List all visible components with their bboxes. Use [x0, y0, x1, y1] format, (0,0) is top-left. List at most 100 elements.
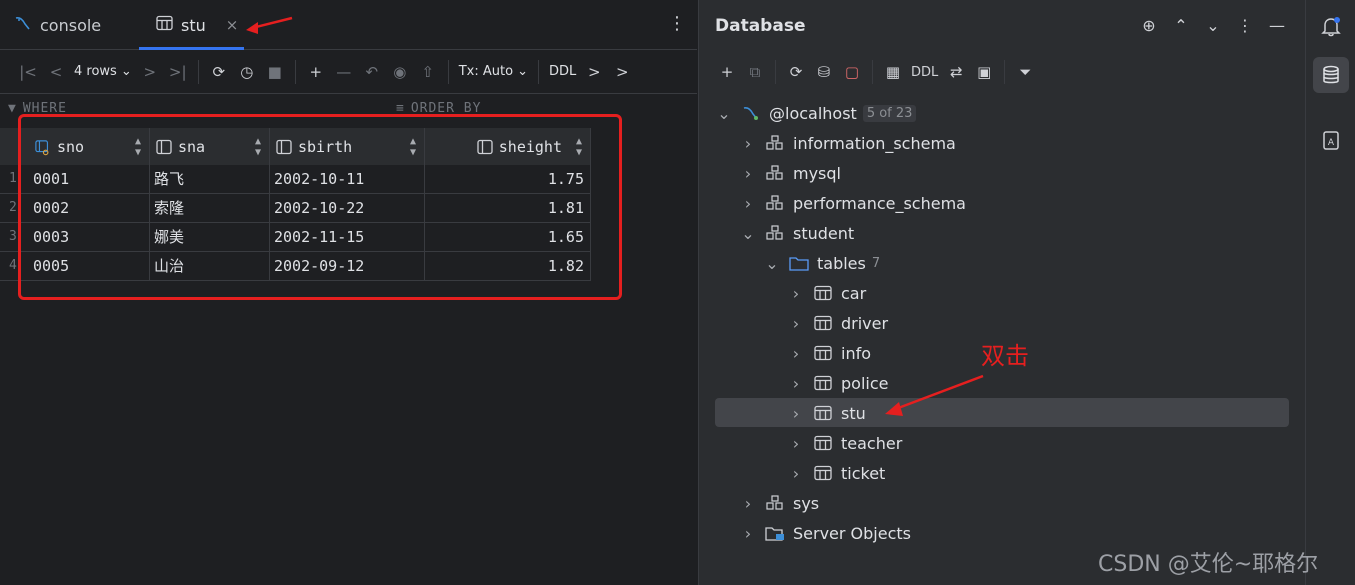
tree-node-table[interactable]: › car — [789, 278, 866, 308]
tree-node-table[interactable]: › ticket — [789, 458, 886, 488]
cell-sheight[interactable]: 1.82 — [425, 252, 591, 281]
chevron-right-icon[interactable]: › — [789, 464, 803, 483]
table-row[interactable]: 1 0001 路飞 2002-10-11 1.75 — [0, 165, 591, 194]
tab-label: console — [40, 15, 102, 35]
crosshair-icon[interactable]: ⊕ — [1138, 14, 1160, 36]
ddl-button[interactable]: DDL — [545, 58, 580, 86]
refresh-icon[interactable]: ⟳ — [782, 58, 810, 86]
tree-node-table[interactable]: › police — [789, 368, 889, 398]
tree-node-schema[interactable]: › mysql — [741, 158, 841, 188]
column-header-sheight[interactable]: sheight ▲ ▼ — [425, 128, 591, 165]
submit-icon[interactable]: ⇧ — [414, 58, 442, 86]
table-row[interactable]: 2 0002 索隆 2002-10-22 1.81 — [0, 194, 591, 223]
column-header-sno[interactable]: sno ▲ ▼ — [29, 128, 150, 165]
revert-icon[interactable]: ↶ — [358, 58, 386, 86]
previous-page-icon[interactable]: < — [42, 58, 70, 86]
preview-icon[interactable]: ◉ — [386, 58, 414, 86]
table-view-icon[interactable]: ▦ — [879, 58, 907, 86]
expand-icon[interactable]: ⌃ — [1170, 14, 1192, 36]
chevron-right-icon[interactable]: › — [789, 374, 803, 393]
minimize-icon[interactable]: — — [1266, 14, 1288, 36]
where-filter[interactable]: ▼ WHERE — [8, 101, 67, 116]
first-page-icon[interactable]: |< — [14, 58, 42, 86]
next-page-icon[interactable]: > — [136, 58, 164, 86]
chevron-right-icon[interactable]: › — [741, 194, 755, 213]
sort-arrows-icon[interactable]: ▲ ▼ — [255, 136, 261, 158]
ai-assistant-icon[interactable]: A — [1313, 122, 1349, 158]
transaction-mode-dropdown[interactable]: Tx: Auto ⌄ — [455, 58, 532, 86]
chevron-right-icon[interactable]: › — [741, 494, 755, 513]
cell-sheight[interactable]: 1.75 — [425, 165, 591, 194]
sort-arrows-icon[interactable]: ▲ ▼ — [410, 136, 416, 158]
add-icon[interactable]: + — [713, 58, 741, 86]
tab-stu[interactable]: stu × — [142, 0, 252, 50]
cell-sbirth[interactable]: 2002-10-11 — [270, 165, 425, 194]
cell-sna[interactable]: 娜美 — [150, 223, 270, 252]
cell-sno[interactable]: 0003 — [29, 223, 150, 252]
chevron-right-icon[interactable]: › — [741, 134, 755, 153]
chevron-down-icon[interactable]: ⌄ — [717, 104, 731, 123]
close-icon[interactable]: × — [226, 16, 239, 34]
tree-node-localhost[interactable]: ⌄ @localhost 5 of 23 — [717, 98, 917, 128]
sort-arrows-icon[interactable]: ▲ ▼ — [135, 136, 141, 158]
chevron-down-icon[interactable]: ⌄ — [741, 224, 755, 243]
sort-arrows-icon[interactable]: ▲ ▼ — [576, 136, 582, 158]
chevron-right-icon[interactable]: › — [789, 434, 803, 453]
collapse-icon[interactable]: ⌄ — [1202, 14, 1224, 36]
tree-node-table-stu-selected[interactable]: › stu — [789, 398, 866, 428]
tab-console[interactable]: console — [14, 0, 101, 50]
notifications-icon[interactable] — [1313, 8, 1349, 44]
stop-icon[interactable]: ■ — [261, 58, 289, 86]
last-page-icon[interactable]: >| — [164, 58, 192, 86]
column-header-sna[interactable]: sna ▲ ▼ — [150, 128, 270, 165]
cell-sna[interactable]: 路飞 — [150, 165, 270, 194]
cell-sbirth[interactable]: 2002-10-22 — [270, 194, 425, 223]
console-icon[interactable]: ▣ — [970, 58, 998, 86]
tree-node-table[interactable]: › info — [789, 338, 871, 368]
disconnect-icon[interactable]: ▢ — [838, 58, 866, 86]
delete-row-icon[interactable]: — — [330, 58, 358, 86]
duplicate-icon[interactable]: ⧉ — [741, 58, 769, 86]
chevron-right-icon[interactable]: > — [580, 58, 608, 86]
tree-node-schema[interactable]: › information_schema — [741, 128, 956, 158]
chevron-right-icon[interactable]: › — [789, 314, 803, 333]
cell-sna[interactable]: 山治 — [150, 252, 270, 281]
cell-sna[interactable]: 索隆 — [150, 194, 270, 223]
tree-node-table[interactable]: › teacher — [789, 428, 902, 458]
cell-sno[interactable]: 0002 — [29, 194, 150, 223]
tree-node-schema-student[interactable]: ⌄ student — [741, 218, 854, 248]
cell-sbirth[interactable]: 2002-11-15 — [270, 223, 425, 252]
tree-node-schema[interactable]: › performance_schema — [741, 188, 966, 218]
database-tool-icon[interactable] — [1313, 57, 1349, 93]
cell-sno[interactable]: 0001 — [29, 165, 150, 194]
ddl-button[interactable]: DDL — [907, 58, 942, 86]
chevron-right-icon[interactable]: › — [741, 524, 755, 543]
table-row[interactable]: 3 0003 娜美 2002-11-15 1.65 — [0, 223, 591, 252]
chevron-right-icon[interactable]: › — [789, 344, 803, 363]
tree-node-server-objects[interactable]: › Server Objects — [741, 518, 911, 548]
data-source-properties-icon[interactable]: ⛁ — [810, 58, 838, 86]
more-options-icon[interactable]: ⋮ — [1234, 14, 1256, 36]
chevron-down-icon[interactable]: ⌄ — [765, 254, 779, 273]
more-toolbar-icon[interactable]: > — [608, 58, 636, 86]
column-header-sbirth[interactable]: sbirth ▲ ▼ — [270, 128, 425, 165]
cell-sheight[interactable]: 1.65 — [425, 223, 591, 252]
reload-icon[interactable]: ⟳ — [205, 58, 233, 86]
order-by-filter[interactable]: ≡ ORDER BY — [396, 101, 481, 116]
add-row-icon[interactable]: + — [302, 58, 330, 86]
tree-node-schema[interactable]: › sys — [741, 488, 819, 518]
cell-sno[interactable]: 0005 — [29, 252, 150, 281]
cell-sheight[interactable]: 1.81 — [425, 194, 591, 223]
history-icon[interactable]: ◷ — [233, 58, 261, 86]
tree-node-table[interactable]: › driver — [789, 308, 888, 338]
filter-icon[interactable]: ⏷ — [1011, 58, 1039, 86]
row-count-dropdown[interactable]: 4 rows ⌄ — [70, 58, 136, 86]
tree-node-tables-folder[interactable]: ⌄ tables 7 — [765, 248, 880, 278]
jump-to-icon[interactable]: ⇄ — [942, 58, 970, 86]
cell-sbirth[interactable]: 2002-09-12 — [270, 252, 425, 281]
chevron-right-icon[interactable]: › — [789, 284, 803, 303]
more-options-icon[interactable]: ⋮ — [668, 14, 686, 34]
chevron-right-icon[interactable]: › — [741, 164, 755, 183]
chevron-right-icon[interactable]: › — [789, 404, 803, 423]
table-row[interactable]: 4 0005 山治 2002-09-12 1.82 — [0, 252, 591, 281]
